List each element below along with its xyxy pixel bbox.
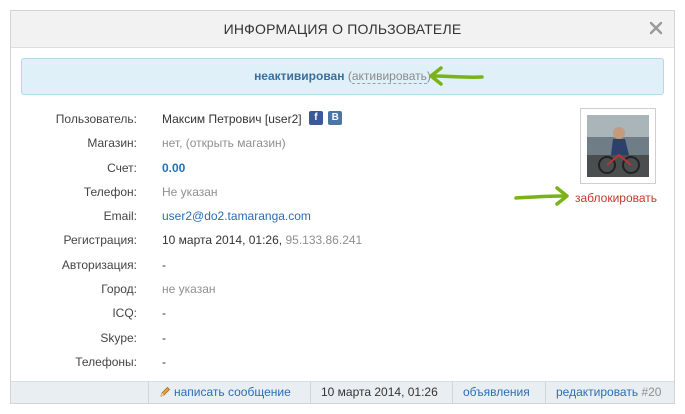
icq-value: - [162, 306, 166, 321]
registration-date: 10 марта 2014, 01:26, [162, 233, 283, 248]
activation-status-bar: неактивирован (активировать) [21, 58, 664, 95]
field-row-icq: ICQ: - [11, 301, 571, 325]
field-label: Регистрация: [63, 233, 137, 248]
field-label: Счет: [107, 160, 137, 175]
field-label: Skype: [100, 330, 137, 345]
registration-value: 10 марта 2014, 01:26, 95.133.86.241 [162, 228, 362, 252]
field-label: Телефоны: [75, 354, 137, 369]
arrow-left-icon [429, 66, 484, 86]
edit-link[interactable]: редактировать [556, 385, 638, 399]
registration-ip: 95.133.86.241 [285, 233, 363, 248]
user-info-table: Пользователь: Максим Петрович [user2] f … [11, 107, 571, 374]
avatar[interactable] [587, 115, 649, 177]
phone-value: Не указан [162, 184, 218, 199]
field-label: Email: [103, 209, 137, 224]
block-user-link[interactable]: заблокировать [575, 191, 657, 205]
avatar-frame [580, 108, 656, 184]
user-info-dialog: ИНФОРМАЦИЯ О ПОЛЬЗОВАТЕЛЕ неактивирован … [10, 10, 675, 404]
dialog-header: ИНФОРМАЦИЯ О ПОЛЬЗОВАТЕЛЕ [11, 11, 674, 48]
authorization-value: - [162, 257, 166, 272]
field-label: Пользователь: [55, 112, 137, 126]
user-id: #20 [641, 385, 662, 399]
arrow-right-icon [514, 186, 569, 206]
footer-date: 10 марта 2014, 01:26 [310, 382, 448, 403]
listings-item: объявления [452, 382, 540, 403]
edit-item: редактировать #20 [545, 382, 671, 403]
user-login: [user2] [264, 112, 302, 126]
field-label: ICQ: [112, 306, 137, 321]
vk-icon[interactable]: B [328, 111, 343, 125]
skype-value: - [162, 330, 166, 345]
city-value: не указан [162, 282, 216, 297]
field-label: Магазин: [87, 136, 137, 151]
field-row-phones: Телефоны: - [11, 350, 571, 374]
balance-value[interactable]: 0.00 [162, 156, 185, 180]
field-row-email: Email: user2@do2.tamaranga.com [11, 204, 571, 228]
field-row-balance: Счет: 0.00 [11, 156, 571, 180]
field-row-skype: Skype: - [11, 326, 571, 350]
shop-value[interactable]: нет, (открыть магазин) [162, 131, 286, 155]
field-label: Телефон: [83, 184, 137, 199]
close-icon[interactable] [648, 20, 664, 36]
field-row-city: Город: не указан [11, 277, 571, 301]
write-message-link[interactable]: написать сообщение [174, 385, 291, 399]
field-label: Авторизация: [61, 257, 137, 272]
listings-link[interactable]: объявления [463, 385, 530, 399]
facebook-icon[interactable]: f [308, 111, 323, 125]
activate-link[interactable]: активировать [351, 69, 427, 84]
user-name: Максим Петрович [162, 112, 262, 126]
write-message-item: написать сообщение [148, 382, 301, 403]
dialog-title: ИНФОРМАЦИЯ О ПОЛЬЗОВАТЕЛЕ [223, 21, 462, 37]
field-value: Максим Петрович [user2] f B [162, 107, 343, 131]
field-row-shop: Магазин: нет, (открыть магазин) [11, 131, 571, 155]
email-link[interactable]: user2@do2.tamaranga.com [162, 204, 311, 228]
field-row-phone: Телефон: Не указан [11, 180, 571, 204]
field-label: Город: [101, 282, 137, 297]
status-value: неактивирован [254, 69, 345, 83]
facebook-letter: f [314, 112, 318, 123]
field-row-user: Пользователь: Максим Петрович [user2] f … [11, 107, 571, 131]
vk-letter: B [331, 112, 339, 123]
field-row-authorization: Авторизация: - [11, 253, 571, 277]
field-row-registration: Регистрация: 10 марта 2014, 01:26, 95.13… [11, 228, 571, 252]
dialog-footer: написать сообщение 10 марта 2014, 01:26 … [11, 381, 674, 403]
pencil-icon [160, 386, 171, 397]
phones-value: - [162, 354, 166, 369]
